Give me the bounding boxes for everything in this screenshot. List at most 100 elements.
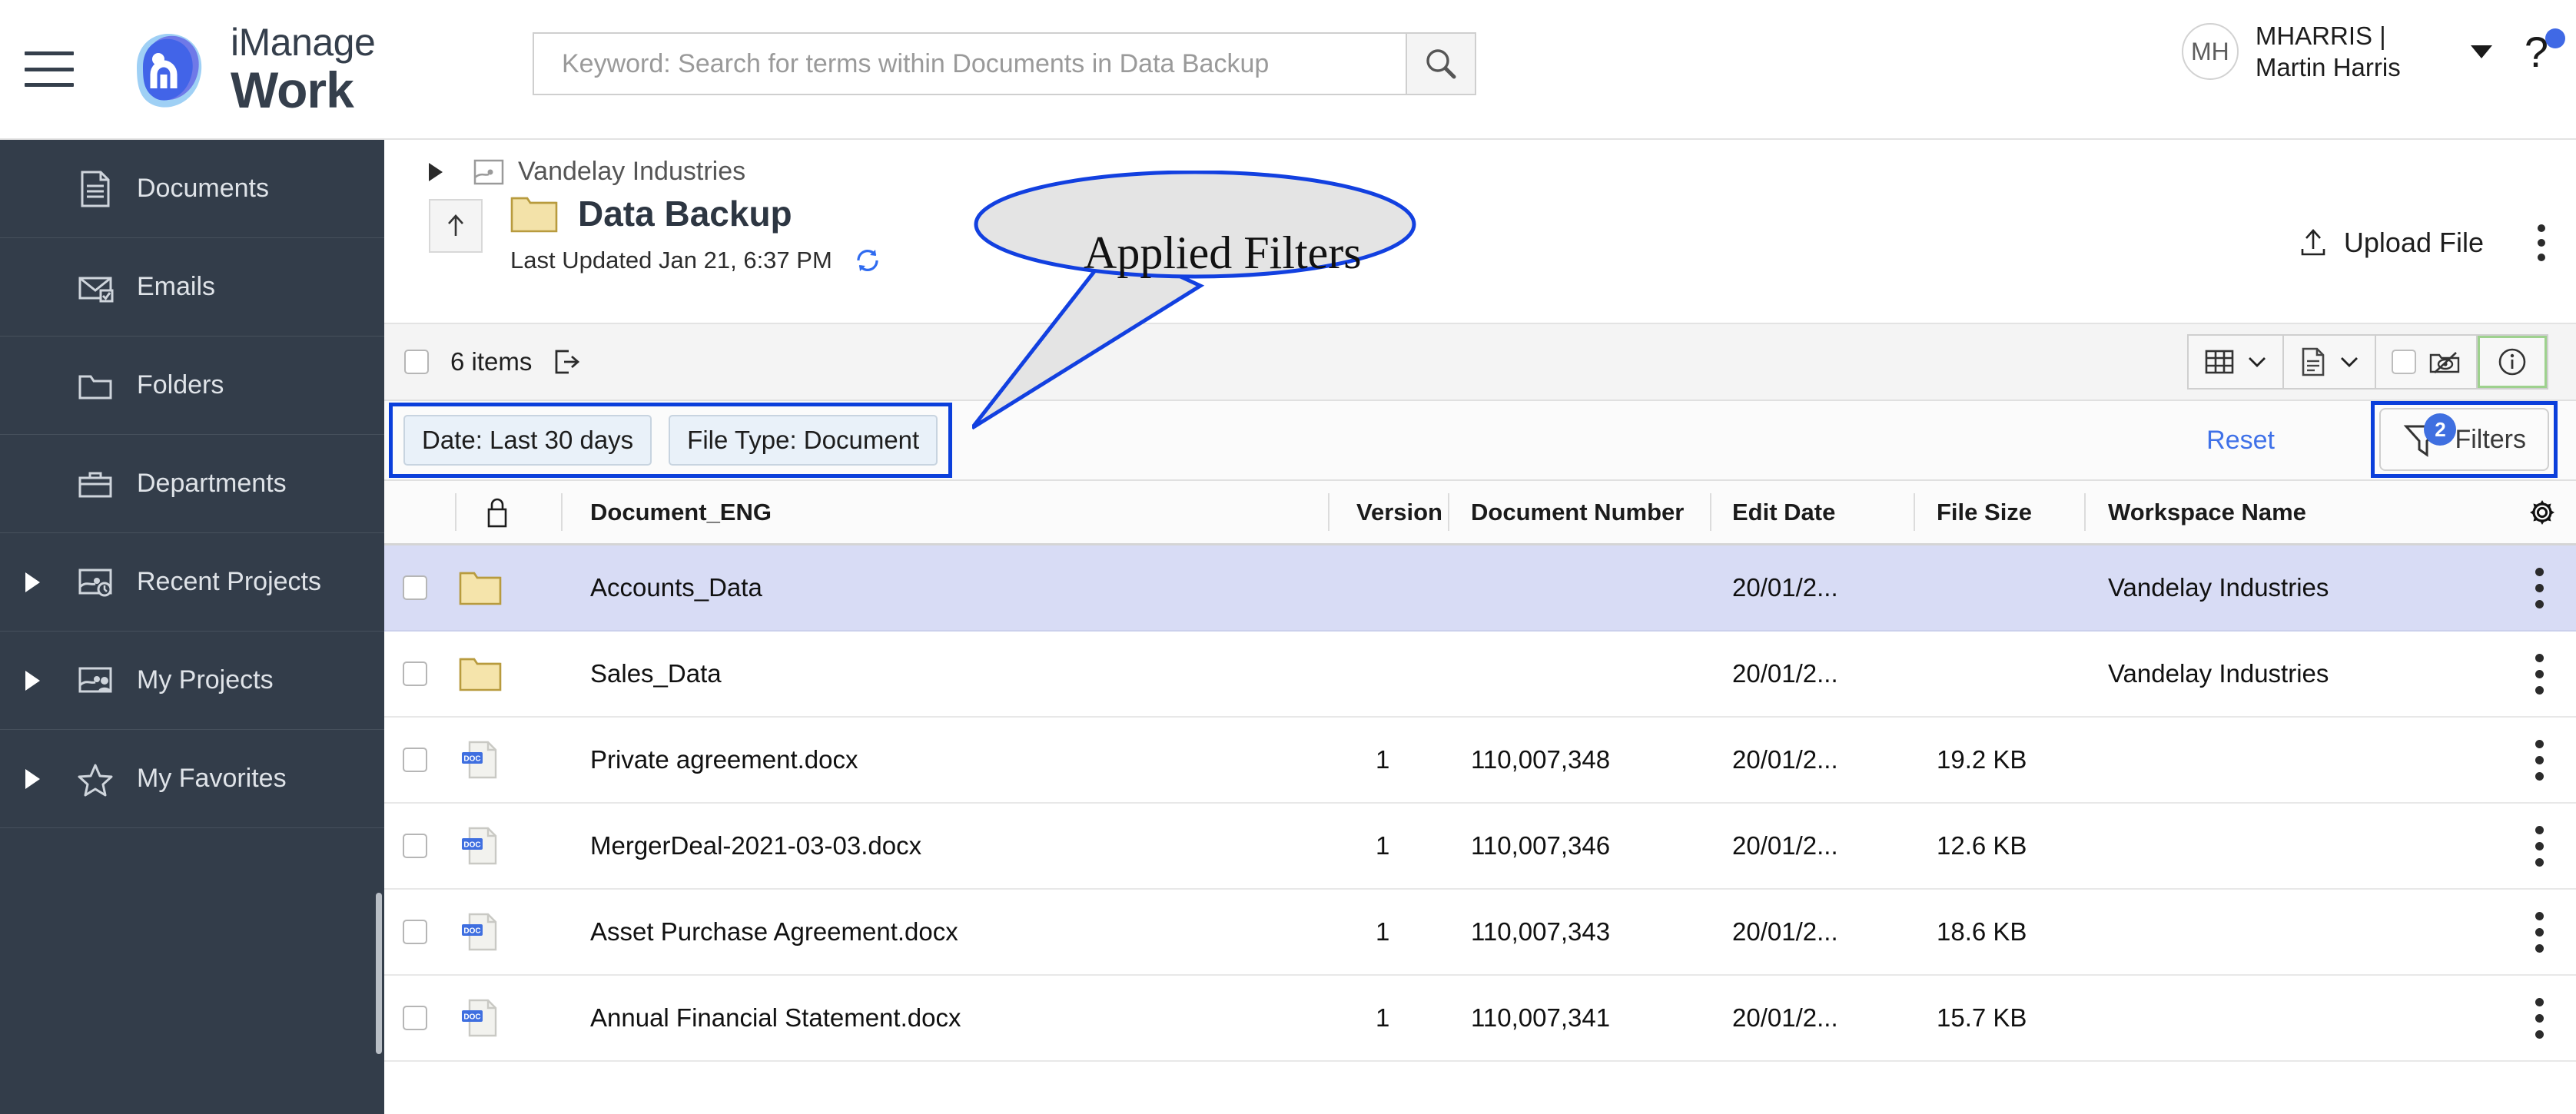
view-options-group: [2187, 334, 2548, 390]
column-divider: [1448, 493, 1449, 531]
row-more-options-button[interactable]: [2535, 826, 2544, 867]
table-row[interactable]: DOCMergerDeal-2021-03-03.docx1110,007,34…: [384, 804, 2576, 890]
upload-file-button[interactable]: Upload File: [2296, 226, 2484, 260]
sidebar-item-my-projects[interactable]: My Projects: [0, 632, 384, 730]
folder-title-row: Data Backup Last Updated Jan 21, 6:37 PM: [384, 193, 2576, 276]
row-checkbox[interactable]: [403, 834, 427, 858]
more-options-button[interactable]: [2538, 224, 2545, 261]
filter-chip[interactable]: File Type: Document: [669, 415, 938, 466]
top-header: iManage Work MH MHARRIS | Martin Harris …: [0, 0, 2576, 140]
item-count-label: 6 items: [450, 347, 532, 376]
expand-arrow-icon[interactable]: [25, 769, 40, 789]
document-view-button[interactable]: [2284, 336, 2376, 388]
row-more-options-button[interactable]: [2535, 740, 2544, 781]
refresh-icon: [852, 245, 883, 276]
row-more-options-button[interactable]: [2535, 998, 2544, 1039]
preview-checkbox[interactable]: [2392, 350, 2416, 374]
expand-arrow-icon[interactable]: [25, 671, 40, 691]
header-actions: Upload File: [2296, 224, 2545, 261]
table-row[interactable]: Sales_Data20/01/2...Vandelay Industries: [384, 632, 2576, 718]
breadcrumb-parent[interactable]: Vandelay Industries: [518, 157, 745, 187]
column-header-document-number[interactable]: Document Number: [1471, 499, 1684, 526]
search-button[interactable]: [1406, 32, 1476, 95]
document-icon: [2299, 346, 2327, 377]
sidebar-item-recent-projects[interactable]: Recent Projects: [0, 533, 384, 632]
sidebar-item-folders[interactable]: Folders: [0, 337, 384, 435]
cell-edit-date: 20/01/2...: [1732, 659, 1838, 688]
table-row[interactable]: DOCAnnual Financial Statement.docx1110,0…: [384, 976, 2576, 1062]
sidebar-item-emails[interactable]: Emails: [0, 238, 384, 337]
row-more-options-button[interactable]: [2535, 654, 2544, 695]
briefcase-icon: [75, 464, 115, 504]
cell-name: Sales_Data: [590, 659, 722, 688]
page-title: Data Backup: [578, 193, 792, 234]
table-body: Accounts_Data20/01/2...Vandelay Industri…: [384, 545, 2576, 1062]
sidebar-item-label: Documents: [137, 174, 269, 204]
toggle-preview-group[interactable]: [2376, 336, 2478, 388]
gear-icon: [2528, 499, 2556, 526]
filters-count-badge: 2: [2424, 413, 2456, 446]
cell-name: Private agreement.docx: [590, 745, 858, 774]
column-header-edit-date[interactable]: Edit Date: [1732, 499, 1835, 526]
table-row[interactable]: DOCPrivate agreement.docx1110,007,34820/…: [384, 718, 2576, 804]
cell-workspace-name: Vandelay Industries: [2108, 573, 2329, 602]
row-checkbox[interactable]: [403, 748, 427, 772]
cell-edit-date: 20/01/2...: [1732, 1003, 1838, 1033]
help-question-icon: ?: [2525, 28, 2548, 76]
table-row[interactable]: Accounts_Data20/01/2...Vandelay Industri…: [384, 545, 2576, 632]
cell-version: 1: [1376, 917, 1389, 947]
search-input-wrapper[interactable]: [533, 32, 1406, 95]
notification-dot-icon: [2545, 28, 2565, 48]
sidebar-item-label: Recent Projects: [137, 567, 321, 597]
row-checkbox[interactable]: [403, 920, 427, 944]
svg-text:DOC: DOC: [463, 1013, 480, 1022]
filters-button[interactable]: 2 Filters: [2379, 408, 2549, 471]
hamburger-menu-icon[interactable]: [25, 51, 74, 87]
cell-edit-date: 20/01/2...: [1732, 917, 1838, 947]
reset-filters-link[interactable]: Reset: [2206, 426, 2275, 456]
sidebar-item-label: Emails: [137, 272, 215, 302]
sidebar-item-label: My Favorites: [137, 764, 287, 794]
search-input[interactable]: [562, 49, 1406, 79]
document-icon: [75, 169, 115, 209]
row-more-options-button[interactable]: [2535, 912, 2544, 953]
table-icon: [2204, 347, 2235, 376]
table-row[interactable]: DOCAsset Purchase Agreement.docx1110,007…: [384, 890, 2576, 976]
column-divider: [455, 493, 456, 531]
chevron-down-icon[interactable]: [2471, 45, 2492, 58]
column-header-document-eng[interactable]: Document_ENG: [590, 499, 772, 526]
row-checkbox[interactable]: [403, 1006, 427, 1030]
sidebar-item-my-favorites[interactable]: My Favorites: [0, 730, 384, 828]
row-checkbox[interactable]: [403, 661, 427, 686]
folder-icon: [459, 568, 502, 608]
cell-document-number: 110,007,343: [1471, 917, 1610, 947]
sidebar-item-documents[interactable]: Documents: [0, 140, 384, 238]
expand-arrow-icon[interactable]: [25, 572, 40, 592]
table-view-button[interactable]: [2189, 336, 2284, 388]
row-more-options-button[interactable]: [2535, 568, 2544, 608]
breadcrumb: Vandelay Industries: [384, 140, 2576, 187]
column-header-file-size[interactable]: File Size: [1937, 499, 2032, 526]
filters-button-label: Filters: [2455, 425, 2526, 455]
brand-line-2: Work: [231, 65, 375, 115]
select-all-checkbox[interactable]: [404, 350, 429, 374]
imanage-logo-icon: [120, 24, 211, 114]
help-button[interactable]: ?: [2525, 27, 2548, 77]
sidebar-scrollbar[interactable]: [376, 893, 382, 1054]
filter-chip[interactable]: Date: Last 30 days: [403, 415, 652, 466]
navigate-up-button[interactable]: [429, 199, 483, 253]
recent-projects-icon: [75, 562, 115, 602]
main-content: Vandelay Industries Data Backup L: [384, 140, 2576, 1114]
column-divider: [1328, 493, 1329, 531]
doc-icon: DOC: [459, 912, 502, 952]
breadcrumb-expand-icon[interactable]: [429, 163, 443, 181]
cell-edit-date: 20/01/2...: [1732, 831, 1838, 860]
export-icon: [552, 347, 581, 376]
cell-document-number: 110,007,348: [1471, 745, 1610, 774]
row-checkbox[interactable]: [403, 575, 427, 600]
info-panel-button[interactable]: [2478, 336, 2547, 388]
sidebar-item-departments[interactable]: Departments: [0, 435, 384, 533]
column-header-version[interactable]: Version: [1356, 499, 1442, 526]
column-header-workspace-name[interactable]: Workspace Name: [2108, 499, 2306, 526]
upload-file-label: Upload File: [2344, 227, 2484, 259]
